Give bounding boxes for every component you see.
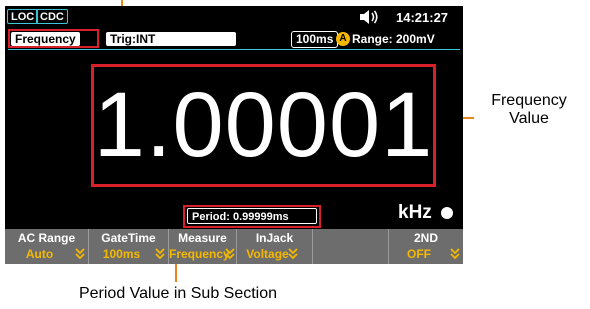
softkey-label: GateTime (101, 231, 156, 245)
range-indicator: Range: 200mV (352, 32, 435, 46)
softkey-empty[interactable] (313, 229, 389, 264)
softkey-measure[interactable]: Measure Frequency (169, 229, 237, 264)
chevron-down-icon (225, 248, 235, 260)
loc-badge: LOC (7, 9, 39, 24)
clock: 14:21:27 (396, 10, 449, 25)
softkey-label: AC Range (17, 231, 76, 245)
auto-range-icon: A (336, 32, 350, 46)
softkey-injack[interactable]: InJack Voltage (237, 229, 313, 264)
chevron-down-icon (75, 248, 85, 260)
softkey-2nd[interactable]: 2ND OFF (389, 229, 463, 264)
period-reading: Period: 0.99999ms (187, 208, 317, 224)
chevron-down-icon (155, 248, 165, 260)
softkey-ac-range[interactable]: AC Range Auto (5, 229, 89, 264)
softkey-value: Auto (25, 247, 54, 261)
frequency-value-callout: Frequency Value (470, 92, 588, 128)
header-divider (8, 49, 460, 50)
softkey-label: 2ND (413, 231, 438, 245)
cdc-badge: CDC (36, 9, 68, 24)
softkey-value: 100ms (102, 247, 141, 261)
status-dot-icon (441, 207, 453, 219)
unit-label: kHz (398, 202, 432, 223)
softkey-bar: AC Range Auto GateTime 100ms Measure Fre… (5, 229, 463, 264)
speaker-icon (360, 10, 378, 24)
main-reading: 1.00001 (93, 74, 434, 176)
gate-rate-badge: 100ms (291, 31, 339, 48)
callout-line-1: Frequency (491, 92, 567, 109)
softkey-gatetime[interactable]: GateTime 100ms (89, 229, 169, 264)
softkey-label: InJack (255, 231, 294, 245)
period-callout: Period Value in Sub Section (78, 285, 278, 302)
function-label: Frequency (11, 32, 80, 46)
chevron-down-icon (450, 248, 460, 260)
callout-line-2: Value (509, 110, 549, 127)
softkey-value: Frequency (169, 247, 230, 261)
meter-screen: LOC CDC 14:21:27 Frequency Trig:INT 100m… (5, 6, 463, 264)
chevron-down-icon (288, 248, 298, 260)
softkey-value: OFF (407, 247, 431, 261)
trigger-indicator: Trig:INT (106, 32, 236, 46)
softkey-label: Measure (178, 231, 227, 245)
